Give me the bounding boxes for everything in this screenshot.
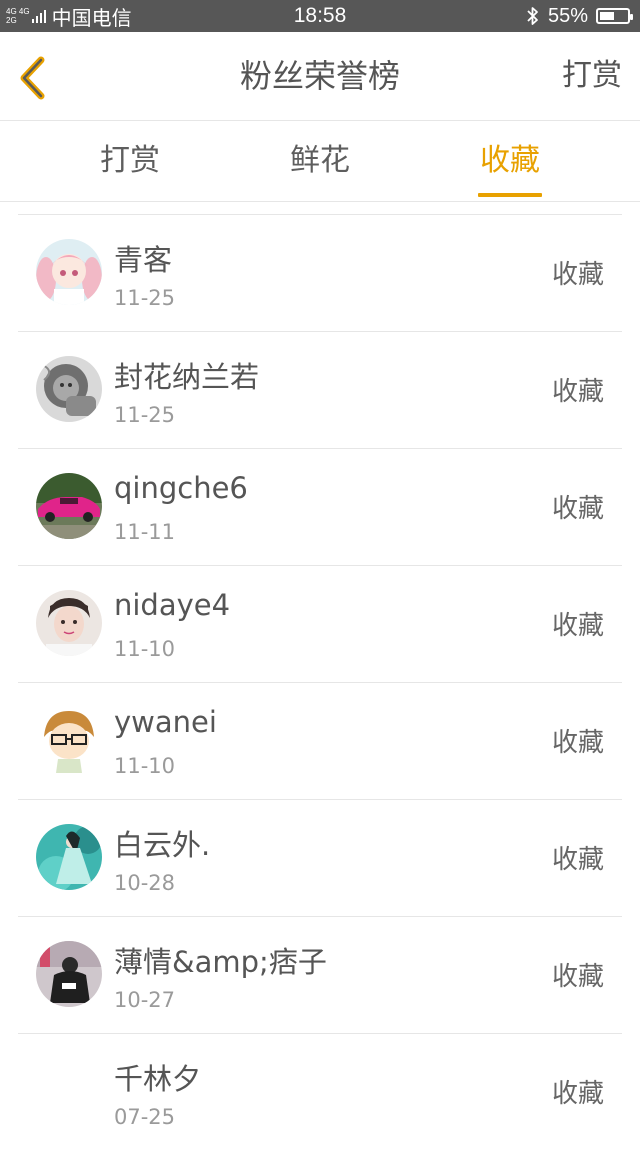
list-item[interactable]: 千林夕 07-25 收藏 — [18, 1034, 622, 1150]
status-bar: 4G 4G 2G 中国电信 18:58 55% — [0, 0, 640, 32]
page-title: 粉丝荣誉榜 — [239, 57, 400, 95]
list-item[interactable]: 封花纳兰若 11-25 收藏 — [18, 332, 622, 449]
record-type: 收藏 — [551, 962, 604, 992]
user-name: ywanei — [114, 705, 217, 739]
fan-list: 青客 11-25 收藏 封花纳兰若 11-25 收藏 qingche6 11-1… — [18, 214, 622, 1150]
list-item[interactable]: ywanei 11-10 收藏 — [18, 683, 622, 800]
cartoon-glasses-avatar[interactable] — [36, 707, 102, 773]
status-right: 55% — [526, 0, 633, 32]
list-item[interactable]: 青客 11-25 收藏 — [18, 215, 622, 332]
date-label: 11-25 — [114, 286, 176, 310]
date-label: 11-11 — [114, 520, 176, 544]
record-type: 收藏 — [551, 728, 604, 758]
user-name: qingche6 — [114, 471, 248, 505]
battery-fill — [600, 12, 614, 20]
user-name: nidaye4 — [114, 588, 231, 622]
date-label: 11-10 — [114, 637, 176, 661]
date-label: 10-27 — [114, 988, 176, 1012]
list-item[interactable]: 白云外. 10-28 收藏 — [18, 800, 622, 917]
tab-flowers[interactable]: 鲜花 — [280, 121, 360, 201]
tab-favorites[interactable]: 收藏 — [476, 121, 544, 201]
record-type: 收藏 — [551, 377, 604, 407]
tab-reward[interactable]: 打赏 — [90, 121, 170, 201]
user-name: 青客 — [114, 243, 173, 277]
date-label: 07-25 — [114, 1105, 176, 1129]
user-name: 薄情&amp;痞子 — [114, 945, 327, 979]
battery-icon — [596, 8, 633, 24]
battery-percent: 55% — [547, 4, 588, 27]
lion-avatar[interactable] — [36, 356, 102, 422]
record-type: 收藏 — [551, 611, 604, 641]
record-type: 收藏 — [551, 845, 604, 875]
reward-button[interactable]: 打赏 — [562, 32, 622, 120]
record-type: 收藏 — [551, 494, 604, 524]
hoodie-photo-avatar[interactable] — [36, 941, 102, 1007]
bluetooth-icon — [526, 6, 540, 26]
anime-girl-avatar[interactable] — [36, 239, 102, 305]
record-type: 收藏 — [551, 260, 604, 290]
tab-flowers-label: 鲜花 — [290, 143, 350, 178]
list-item[interactable]: qingche6 11-11 收藏 — [18, 449, 622, 566]
user-name: 千林夕 — [114, 1062, 202, 1096]
user-name: 白云外. — [114, 828, 211, 862]
date-label: 11-25 — [114, 403, 176, 427]
tab-bar: 打赏 鲜花 收藏 — [0, 121, 640, 202]
date-label: 10-28 — [114, 871, 176, 895]
active-tab-indicator — [478, 193, 542, 197]
list-item[interactable]: nidaye4 11-10 收藏 — [18, 566, 622, 683]
list-item[interactable]: 薄情&amp;痞子 10-27 收藏 — [18, 917, 622, 1034]
teal-figure-avatar[interactable] — [36, 824, 102, 890]
user-name: 封花纳兰若 — [114, 360, 260, 394]
pink-car-avatar[interactable] — [36, 473, 102, 539]
tab-reward-label: 打赏 — [100, 143, 160, 178]
navigation-bar: 粉丝荣誉榜 打赏 — [0, 32, 640, 121]
tab-favorites-label: 收藏 — [480, 143, 540, 178]
record-type: 收藏 — [551, 1079, 604, 1109]
date-label: 11-10 — [114, 754, 176, 778]
boy-photo-avatar[interactable] — [36, 590, 102, 656]
